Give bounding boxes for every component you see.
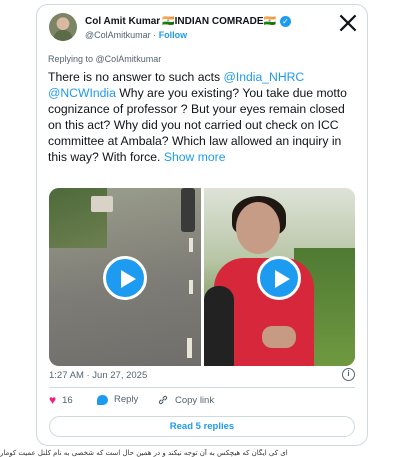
reply-button[interactable]: Reply [97,394,138,405]
mention-nhrc[interactable]: @India_NHRC [223,70,304,84]
thumbnail-detail-hand [262,326,296,348]
thumbnail-detail-pot [91,196,113,212]
author-badge-text: 🇮🇳INDIAN COMRADE🇮🇳 [162,15,276,27]
read-replies-button[interactable]: Read 5 replies [49,416,355,437]
mention-ncw[interactable]: @NCWIndia [48,86,116,100]
verified-badge-icon: ✓ [280,15,291,27]
page-bottom-text: ای کی ایگان که هیچکس به آن توجه نیکند و … [0,449,288,457]
follow-button[interactable]: Follow [159,30,188,40]
link-icon [158,395,168,405]
info-icon[interactable]: i [342,368,355,381]
media-grid [49,188,355,366]
reply-label: Reply [114,394,139,405]
play-icon[interactable] [103,256,147,300]
heart-icon: ♥ [49,393,57,407]
x-logo-icon[interactable] [339,14,357,32]
embedded-post-card: Col Amit Kumar 🇮🇳INDIAN COMRADE🇮🇳 ✓ @Col… [36,4,368,446]
author-handle-row: @ColAmitkumar · Follow [85,30,187,40]
thumbnail-detail-road-marking [189,238,193,252]
author-avatar[interactable] [49,13,77,41]
reply-bubble-icon [97,394,108,405]
author-name-row[interactable]: Col Amit Kumar 🇮🇳INDIAN COMRADE🇮🇳 ✓ [85,14,291,28]
thumbnail-detail-face [236,202,280,254]
post-text-part1: There is no answer to such acts [48,70,224,84]
author-display-name[interactable]: Col Amit Kumar [85,16,160,27]
post-text: There is no answer to such acts @India_N… [48,69,358,165]
handle-separator: · [153,30,157,40]
replying-prefix: Replying to [48,54,94,64]
replying-target[interactable]: @ColAmitkumar [96,54,162,64]
replying-to-line: Replying to @ColAmitkumar [48,54,161,64]
thumbnail-detail-road-marking [187,338,192,358]
thumbnail-detail-child [204,286,234,366]
like-count: 16 [62,394,73,406]
author-handle[interactable]: @ColAmitkumar [85,30,151,40]
post-header: Col Amit Kumar 🇮🇳INDIAN COMRADE🇮🇳 ✓ @Col… [47,13,357,45]
like-button[interactable]: ♥ 16 [49,394,73,406]
show-more-link[interactable]: Show more [164,150,226,164]
copy-link-button[interactable]: Copy link [157,394,214,406]
copy-link-label: Copy link [175,394,215,406]
post-timestamp[interactable]: 1:27 AM · Jun 27, 2025 [49,370,147,381]
play-icon[interactable] [257,256,301,300]
thumbnail-detail-person [181,188,195,232]
divider [49,387,355,388]
thumbnail-detail-road-marking [189,280,193,294]
